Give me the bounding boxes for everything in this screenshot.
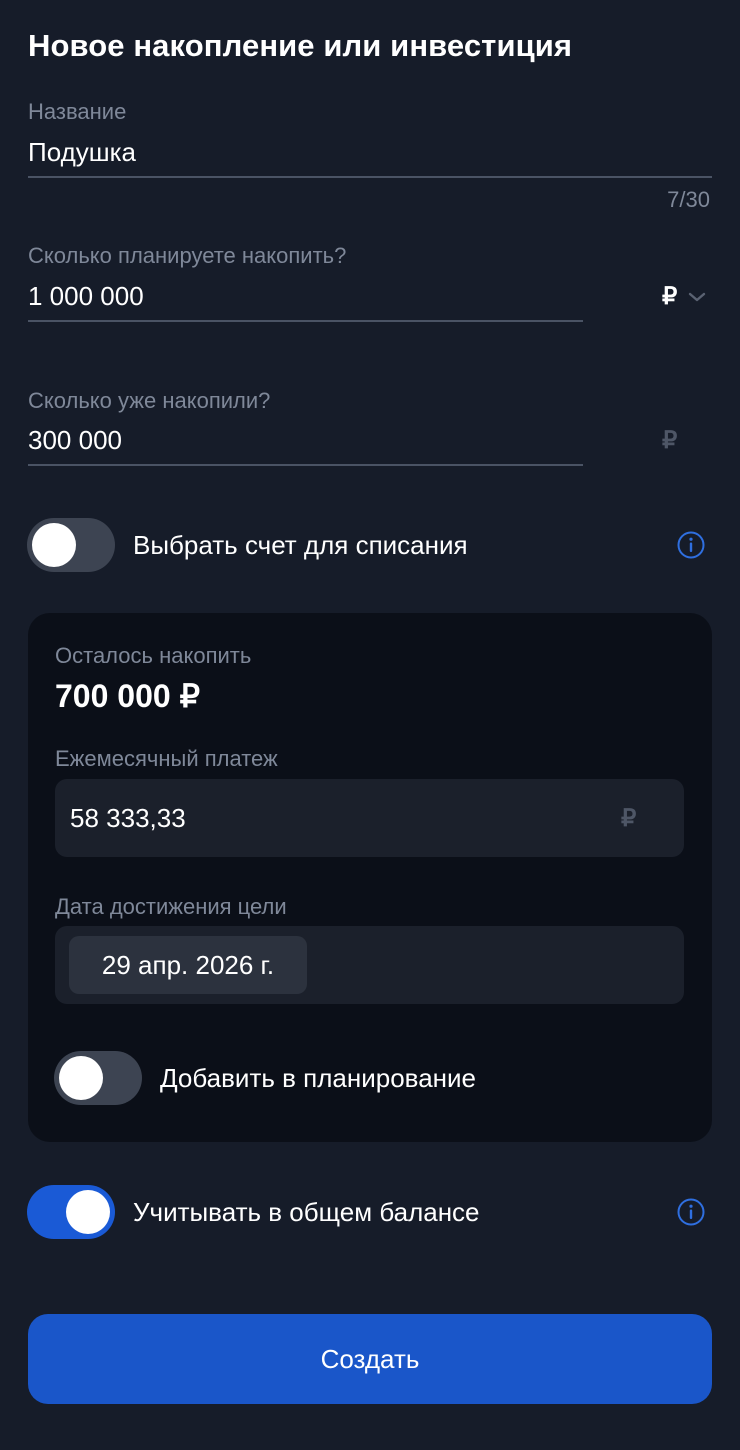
- saved-amount-input[interactable]: 300 000: [28, 425, 122, 456]
- monthly-payment-label: Ежемесячный платеж: [55, 746, 278, 771]
- monthly-payment-value: 58 333,33: [70, 803, 186, 833]
- balance-toggle[interactable]: [27, 1185, 115, 1239]
- monthly-currency-symbol: ₽: [621, 805, 637, 832]
- toggle-knob: [66, 1190, 110, 1234]
- target-amount-input[interactable]: 1 000 000: [28, 281, 144, 312]
- toggle-knob: [32, 523, 76, 567]
- saved-underline: [28, 464, 583, 466]
- goal-date-label: Дата достижения цели: [55, 894, 287, 919]
- page-title: Новое накопление или инвестиция: [28, 28, 573, 63]
- create-button[interactable]: Создать: [28, 1314, 712, 1404]
- monthly-payment-field[interactable]: 58 333,33 ₽: [55, 779, 684, 857]
- goal-date-picker[interactable]: 29 апр. 2026 г.: [69, 936, 307, 994]
- target-field-label: Сколько планируете накопить?: [28, 243, 347, 268]
- currency-symbol: ₽: [662, 283, 678, 310]
- chevron-down-icon: [689, 292, 706, 301]
- target-underline: [28, 320, 583, 322]
- remaining-label: Осталось накопить: [55, 643, 252, 668]
- balance-toggle-label: Учитывать в общем балансе: [133, 1197, 480, 1227]
- name-underline: [28, 176, 712, 178]
- summary-card: Осталось накопить 700 000 ₽ Ежемесячный …: [28, 613, 712, 1142]
- saved-field-label: Сколько уже накопили?: [28, 388, 271, 413]
- name-input[interactable]: Подушка: [28, 137, 136, 168]
- info-icon[interactable]: [676, 1197, 706, 1227]
- screen: Новое накопление или инвестиция Название…: [0, 0, 740, 1450]
- name-char-counter: 7/30: [667, 187, 710, 212]
- currency-selector[interactable]: ₽: [662, 282, 707, 311]
- saved-currency-symbol: ₽: [662, 427, 678, 454]
- account-toggle-label: Выбрать счет для списания: [133, 530, 468, 560]
- planning-toggle[interactable]: [54, 1051, 142, 1105]
- name-field-label: Название: [28, 99, 127, 124]
- account-toggle[interactable]: [27, 518, 115, 572]
- remaining-amount: 700 000 ₽: [55, 678, 200, 714]
- planning-toggle-label: Добавить в планирование: [160, 1063, 476, 1093]
- info-icon[interactable]: [676, 530, 706, 560]
- goal-date-field: 29 апр. 2026 г.: [55, 926, 684, 1004]
- toggle-knob: [59, 1056, 103, 1100]
